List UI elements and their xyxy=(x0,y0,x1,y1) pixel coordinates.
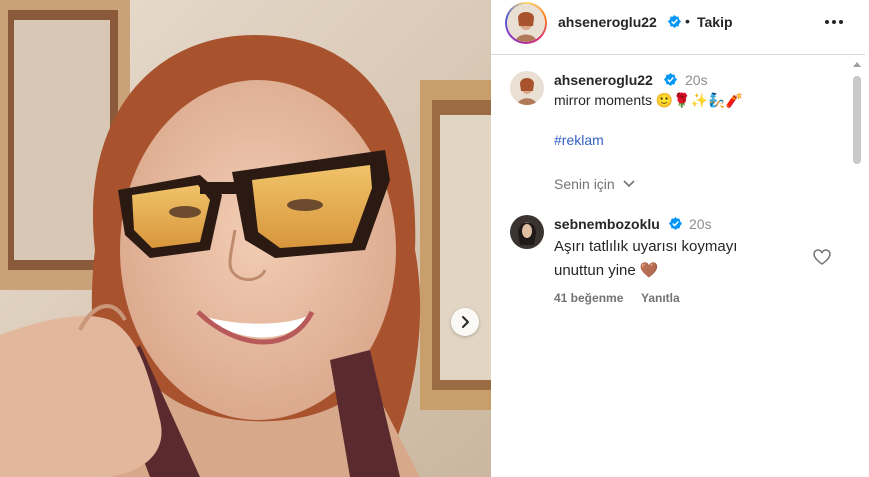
heart-icon[interactable] xyxy=(813,249,831,265)
verified-badge-icon xyxy=(669,217,682,230)
chevron-down-icon xyxy=(623,180,635,188)
commenter-username[interactable]: sebnembozoklu xyxy=(554,216,660,232)
comment-text-line1: Aşırı tatlılık uyarısı koymayı xyxy=(554,238,738,255)
hashtag-link[interactable]: #reklam xyxy=(554,132,604,148)
verified-badge-icon xyxy=(664,73,677,86)
caption-username[interactable]: ahseneroglu22 xyxy=(554,72,653,88)
post-side-panel: ahseneroglu22 • Takip ahseneroglu22 20s … xyxy=(491,0,869,477)
more-options-icon[interactable] xyxy=(823,14,845,30)
header-username[interactable]: ahseneroglu22 xyxy=(558,14,657,30)
caption-avatar[interactable] xyxy=(510,71,544,105)
separator-dot: • xyxy=(685,13,690,29)
author-avatar-ring[interactable] xyxy=(505,2,547,44)
for-you-label: Senin için xyxy=(554,176,615,192)
comment-time: 20s xyxy=(689,216,712,232)
verified-badge-icon xyxy=(668,15,681,28)
post-header: ahseneroglu22 • Takip xyxy=(491,0,865,55)
comment-likes[interactable]: 41 beğenme xyxy=(554,291,623,305)
for-you-toggle[interactable]: Senin için xyxy=(554,176,636,194)
chevron-right-icon xyxy=(462,316,469,328)
scrollbar-thumb[interactable] xyxy=(853,76,861,164)
next-photo-button[interactable] xyxy=(451,308,479,336)
commenter-avatar[interactable] xyxy=(510,215,544,249)
caption-time: 20s xyxy=(685,72,708,88)
caption-text: mirror moments 🙂🌹✨🧞🧨 xyxy=(554,92,744,108)
selfie-image xyxy=(0,0,491,477)
author-avatar xyxy=(507,4,545,42)
scroll-up-arrow-icon[interactable] xyxy=(852,60,862,70)
post-photo[interactable] xyxy=(0,0,491,477)
follow-button[interactable]: Takip xyxy=(697,14,733,30)
comment-text-line2: unuttun yine 🤎 xyxy=(554,262,659,279)
comment-reply-button[interactable]: Yanıtla xyxy=(641,291,680,305)
